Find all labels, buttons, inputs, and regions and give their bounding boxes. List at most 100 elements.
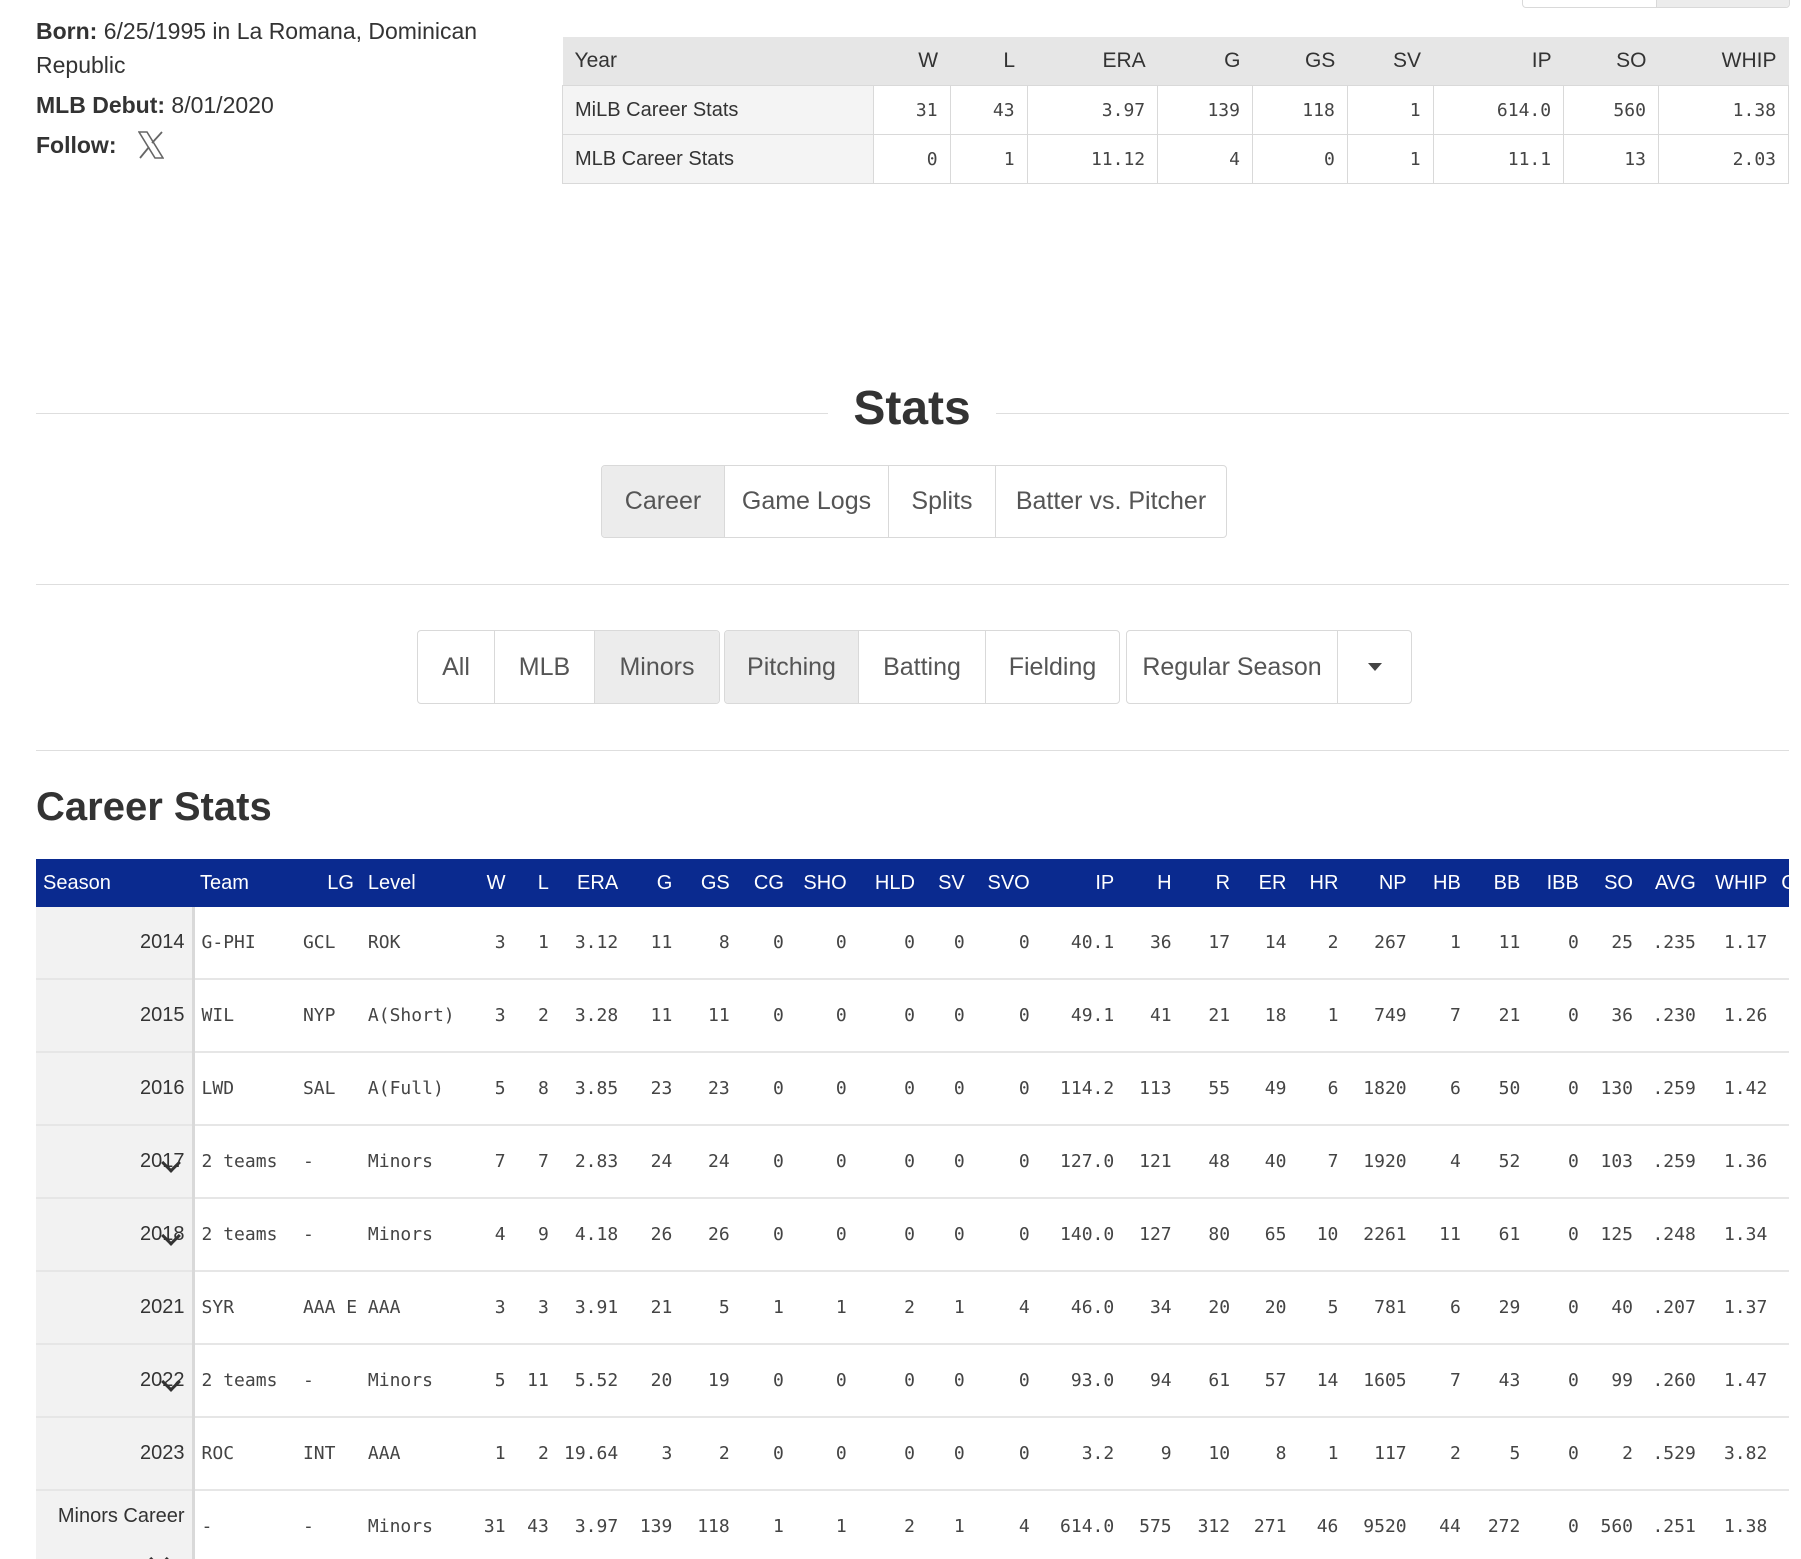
- stat-cell: 20: [625, 1344, 680, 1418]
- career-stats-table-scroll[interactable]: Season Team LG Level W L ERA G GS CG SHO HLD SV SVO IP…: [36, 859, 1789, 1559]
- stat-cell: 46.0: [1036, 1271, 1122, 1345]
- stat-cell: 0: [736, 907, 791, 980]
- filter-pitching[interactable]: Pitching: [725, 631, 859, 703]
- stat-cell: 0: [790, 907, 854, 980]
- stat-cell: 1.47: [1702, 1344, 1775, 1418]
- career-col-g[interactable]: G: [625, 859, 680, 907]
- stat-cell: 8: [679, 907, 737, 980]
- stat-cell: 57: [1237, 1344, 1294, 1418]
- stat-cell: 21: [1178, 979, 1238, 1053]
- stat-cell: G-PHI: [193, 907, 296, 980]
- career-col-go-ao[interactable]: GO/AO: [1774, 859, 1789, 907]
- summary-col-sv: SV: [1347, 37, 1434, 86]
- stat-cell: 1.17: [1702, 907, 1775, 980]
- season-type-value[interactable]: Regular Season: [1127, 631, 1338, 703]
- stat-cell: 46: [1293, 1490, 1346, 1559]
- career-col-era[interactable]: ERA: [555, 859, 626, 907]
- divider-left: [36, 413, 828, 414]
- stat-cell: 0: [1527, 979, 1586, 1053]
- stat-cell: 1: [512, 907, 556, 980]
- stat-cell: 1820: [1345, 1052, 1414, 1126]
- stat-cell: 118: [679, 1490, 737, 1559]
- table-row: 2017 2 teams - Minors 7 7 2.83 24 24 0 0 0 0 0 127.0 12…: [36, 1125, 1789, 1199]
- career-col-ibb[interactable]: IBB: [1527, 859, 1586, 907]
- career-col-level[interactable]: Level: [360, 859, 470, 907]
- stat-cell: 23: [679, 1052, 737, 1126]
- career-col-hld[interactable]: HLD: [853, 859, 922, 907]
- stat-cell: 560: [1585, 1490, 1640, 1559]
- stat-cell: 114.2: [1036, 1052, 1122, 1126]
- tab-splits[interactable]: Splits: [889, 466, 996, 537]
- born-value: 6/25/1995 in La Romana, Dominican Republ…: [36, 18, 478, 78]
- tab-career[interactable]: Career: [602, 466, 725, 537]
- top-toggle-group[interactable]: [1522, 0, 1790, 8]
- stat-cell: 2261: [1345, 1198, 1414, 1272]
- stat-cell: 0: [971, 1344, 1037, 1418]
- stat-cell: 749: [1345, 979, 1414, 1053]
- stat-cell: Minors: [360, 1490, 470, 1559]
- summary-cell: 13: [1563, 134, 1659, 184]
- career-col-lg[interactable]: LG: [295, 859, 361, 907]
- stat-cell: 0: [1527, 1271, 1586, 1345]
- stat-cell: A(Full): [360, 1052, 470, 1126]
- career-col-season[interactable]: Season: [36, 859, 194, 907]
- tab-game-logs[interactable]: Game Logs: [725, 466, 889, 537]
- career-col-er[interactable]: ER: [1237, 859, 1294, 907]
- career-col-hr[interactable]: HR: [1293, 859, 1346, 907]
- career-col-svo[interactable]: SVO: [971, 859, 1037, 907]
- stat-cell: -: [295, 1125, 361, 1199]
- type-filter-group[interactable]: Pitching Batting Fielding: [724, 630, 1120, 704]
- stat-cell: ROC: [193, 1417, 296, 1491]
- filter-minors[interactable]: Minors: [595, 631, 719, 703]
- tab-batter-vs-pitcher[interactable]: Batter vs. Pitcher: [996, 466, 1226, 537]
- season-label: 2015: [140, 1004, 185, 1026]
- chevron-down-icon[interactable]: [149, 1549, 169, 1559]
- summary-cell: 560: [1563, 85, 1659, 135]
- season-type-dropdown[interactable]: [1338, 631, 1411, 703]
- career-col-ip[interactable]: IP: [1036, 859, 1122, 907]
- career-col-sv[interactable]: SV: [921, 859, 972, 907]
- season-type-select[interactable]: Regular Season: [1126, 630, 1412, 704]
- stat-cell: 0: [853, 979, 922, 1053]
- stat-cell: 1.21: [1774, 907, 1789, 980]
- stat-cell: Minors: [360, 1125, 470, 1199]
- stat-cell: 10: [1178, 1417, 1238, 1491]
- career-col-team[interactable]: Team: [193, 859, 296, 907]
- summary-col-year: Year: [562, 37, 874, 86]
- stat-cell: 0: [1527, 1417, 1586, 1491]
- career-col-so[interactable]: SO: [1585, 859, 1640, 907]
- stat-cell: 4.18: [555, 1198, 626, 1272]
- stat-cell: 0: [921, 1417, 972, 1491]
- career-col-bb[interactable]: BB: [1467, 859, 1528, 907]
- filter-all[interactable]: All: [418, 631, 495, 703]
- stat-cell: 117: [1345, 1417, 1414, 1491]
- career-col-l[interactable]: L: [512, 859, 556, 907]
- career-col-sho[interactable]: SHO: [790, 859, 854, 907]
- stat-cell: 25: [1585, 907, 1640, 980]
- stat-cell: 40: [1585, 1271, 1640, 1345]
- stat-cell: 2: [679, 1417, 737, 1491]
- top-toggle-right[interactable]: [1656, 0, 1789, 7]
- career-col-avg[interactable]: AVG: [1640, 859, 1703, 907]
- stat-cell: AAA: [360, 1271, 470, 1345]
- stat-view-tabs[interactable]: Career Game Logs Splits Batter vs. Pitch…: [601, 465, 1227, 538]
- career-col-w[interactable]: W: [469, 859, 513, 907]
- career-col-h[interactable]: H: [1121, 859, 1179, 907]
- top-toggle-left[interactable]: [1523, 0, 1657, 7]
- level-filter-group[interactable]: All MLB Minors: [417, 630, 720, 704]
- x-logo-icon[interactable]: [138, 131, 165, 159]
- career-col-hb[interactable]: HB: [1413, 859, 1468, 907]
- filter-fielding[interactable]: Fielding: [986, 631, 1119, 703]
- career-col-whip[interactable]: WHIP: [1702, 859, 1775, 907]
- stat-cell: 614.0: [1036, 1490, 1122, 1559]
- career-col-cg[interactable]: CG: [736, 859, 791, 907]
- filter-mlb[interactable]: MLB: [495, 631, 595, 703]
- filter-batting[interactable]: Batting: [859, 631, 986, 703]
- stat-cell: 3: [469, 907, 513, 980]
- stat-cell: 36: [1121, 907, 1179, 980]
- stat-cell: .260: [1640, 1344, 1703, 1418]
- career-col-gs[interactable]: GS: [679, 859, 737, 907]
- career-col-r[interactable]: R: [1178, 859, 1238, 907]
- stat-cell: 127.0: [1036, 1125, 1122, 1199]
- career-col-np[interactable]: NP: [1345, 859, 1414, 907]
